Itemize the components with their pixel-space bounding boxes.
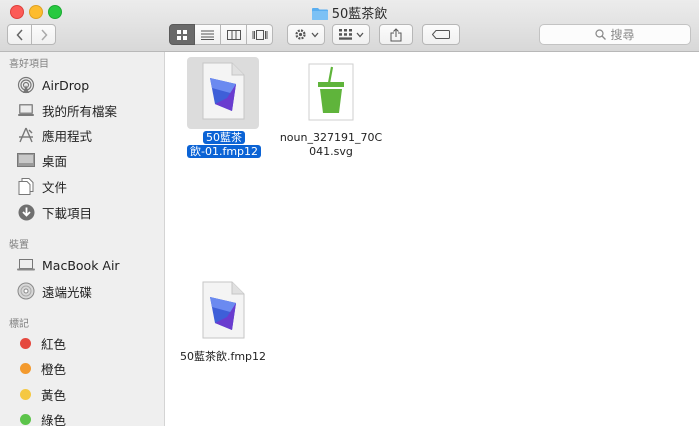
- columns-icon: [226, 29, 241, 40]
- red-tag-dot: [20, 337, 31, 349]
- file-name-line2: 041.svg: [309, 145, 353, 158]
- chevron-right-icon: [40, 28, 48, 41]
- sidebar-item-label: 綠色: [41, 412, 67, 426]
- chevron-left-icon: [15, 28, 23, 41]
- file-name: 50藍茶 飲-01.fmp12: [185, 131, 263, 159]
- all-files-icon: [16, 101, 36, 119]
- sidebar-item-tag-yellow[interactable]: 黃色: [0, 382, 164, 406]
- window-title-area: 50藍茶飲: [0, 3, 699, 22]
- icon-view-button[interactable]: [169, 24, 195, 45]
- green-tag-dot: [20, 413, 31, 425]
- airdrop-icon: [16, 76, 36, 94]
- sidebar-item-desktop[interactable]: 桌面: [0, 148, 164, 172]
- sidebar-item-label: 我的所有檔案: [42, 103, 118, 119]
- grid-icon: [177, 29, 187, 40]
- search-placeholder: 搜尋: [610, 28, 635, 42]
- sidebar-item-label: 橙色: [41, 361, 67, 377]
- file-icon-grid: 50藍茶 飲-01.fmp12 noun_327191_70C 041.svg: [165, 52, 699, 426]
- yellow-tag-dot: [20, 388, 31, 400]
- sidebar-item-label: MacBook Air: [42, 257, 120, 273]
- tags-button[interactable]: [422, 24, 460, 45]
- file-item[interactable]: 50藍茶 飲-01.fmp12: [165, 52, 283, 172]
- view-mode-segment: [169, 24, 273, 45]
- list-icon: [201, 30, 214, 40]
- sidebar-item-label: 紅色: [41, 336, 67, 352]
- gallery-view-button[interactable]: [247, 24, 273, 45]
- sidebar-item-label: 遠端光碟: [42, 284, 93, 300]
- sidebar-item-label: 桌面: [42, 153, 68, 169]
- sidebar-item-tag-green[interactable]: 綠色: [0, 407, 164, 426]
- arrange-menu-button[interactable]: [332, 24, 370, 45]
- folder-icon: [311, 8, 328, 20]
- sidebar: 喜好項目 AirDrop 我的所有檔案 應用程式 桌面 文件 下載項目 裝置 M…: [0, 52, 165, 426]
- sidebar-item-tag-red[interactable]: 紅色: [0, 331, 164, 355]
- sidebar-item-applications[interactable]: 應用程式: [0, 123, 164, 147]
- devices-section-title: 裝置: [9, 240, 29, 251]
- filemaker-icon: [202, 62, 245, 120]
- documents-icon: [16, 177, 36, 195]
- sidebar-item-tag-orange[interactable]: 橙色: [0, 356, 164, 380]
- action-menu-button[interactable]: [287, 24, 325, 45]
- arrange-grid-icon: [338, 29, 352, 40]
- file-name-line2: 飲-01.fmp12: [186, 145, 262, 158]
- search-field[interactable]: 搜尋: [539, 24, 691, 45]
- tags-section-title: 標記: [9, 319, 29, 330]
- sidebar-item-label: AirDrop: [42, 77, 90, 93]
- column-view-button[interactable]: [221, 24, 247, 45]
- file-item[interactable]: noun_327191_70C 041.svg: [279, 52, 383, 172]
- file-name: 50藍茶飲.fmp12: [171, 350, 275, 364]
- search-icon: [595, 29, 607, 40]
- sidebar-item-label: 文件: [42, 179, 68, 195]
- favorites-section-title: 喜好項目: [9, 59, 49, 70]
- desktop-icon: [16, 151, 36, 169]
- downloads-icon: [16, 203, 36, 221]
- file-item[interactable]: 50藍茶飲.fmp12: [171, 274, 275, 374]
- applications-icon: [16, 126, 36, 144]
- forward-button[interactable]: [31, 24, 56, 45]
- sidebar-item-label: 黃色: [41, 387, 67, 403]
- tag-icon: [432, 30, 450, 39]
- sidebar-item-label: 應用程式: [42, 128, 93, 144]
- sidebar-item-documents[interactable]: 文件: [0, 174, 164, 198]
- title-bar: 50藍茶飲 搜尋: [0, 0, 699, 52]
- file-name-line1: noun_327191_70C: [279, 131, 383, 144]
- orange-tag-dot: [20, 362, 31, 374]
- window-title: 50藍茶飲: [331, 7, 388, 22]
- laptop-icon: [16, 256, 36, 274]
- chevron-down-icon: [356, 32, 363, 37]
- file-name-line1: 50藍茶飲.fmp12: [179, 350, 267, 363]
- chevron-down-icon: [311, 32, 318, 37]
- disc-icon: [16, 282, 36, 300]
- sidebar-item-label: 下載項目: [42, 205, 93, 221]
- file-name-line1: 50藍茶: [203, 131, 245, 144]
- cover-flow-icon: [252, 29, 267, 40]
- gear-icon: [294, 29, 306, 40]
- finder-window: 50藍茶飲 搜尋 喜好項目 AirDrop 我的所有檔案 應用程式 桌面 文件 …: [0, 0, 699, 426]
- sidebar-item-remote-disc[interactable]: 遠端光碟: [0, 279, 164, 303]
- filemaker-icon: [202, 281, 245, 339]
- back-button[interactable]: [7, 24, 32, 45]
- share-icon: [390, 27, 402, 41]
- sidebar-item-airdrop[interactable]: AirDrop: [0, 73, 164, 97]
- svg-drink-icon: [308, 63, 354, 121]
- share-button[interactable]: [379, 24, 413, 45]
- file-name: noun_327191_70C 041.svg: [279, 131, 383, 159]
- sidebar-item-macbook-air[interactable]: MacBook Air: [0, 253, 164, 277]
- sidebar-item-downloads[interactable]: 下載項目: [0, 200, 164, 224]
- sidebar-item-all-files[interactable]: 我的所有檔案: [0, 98, 164, 122]
- list-view-button[interactable]: [195, 24, 221, 45]
